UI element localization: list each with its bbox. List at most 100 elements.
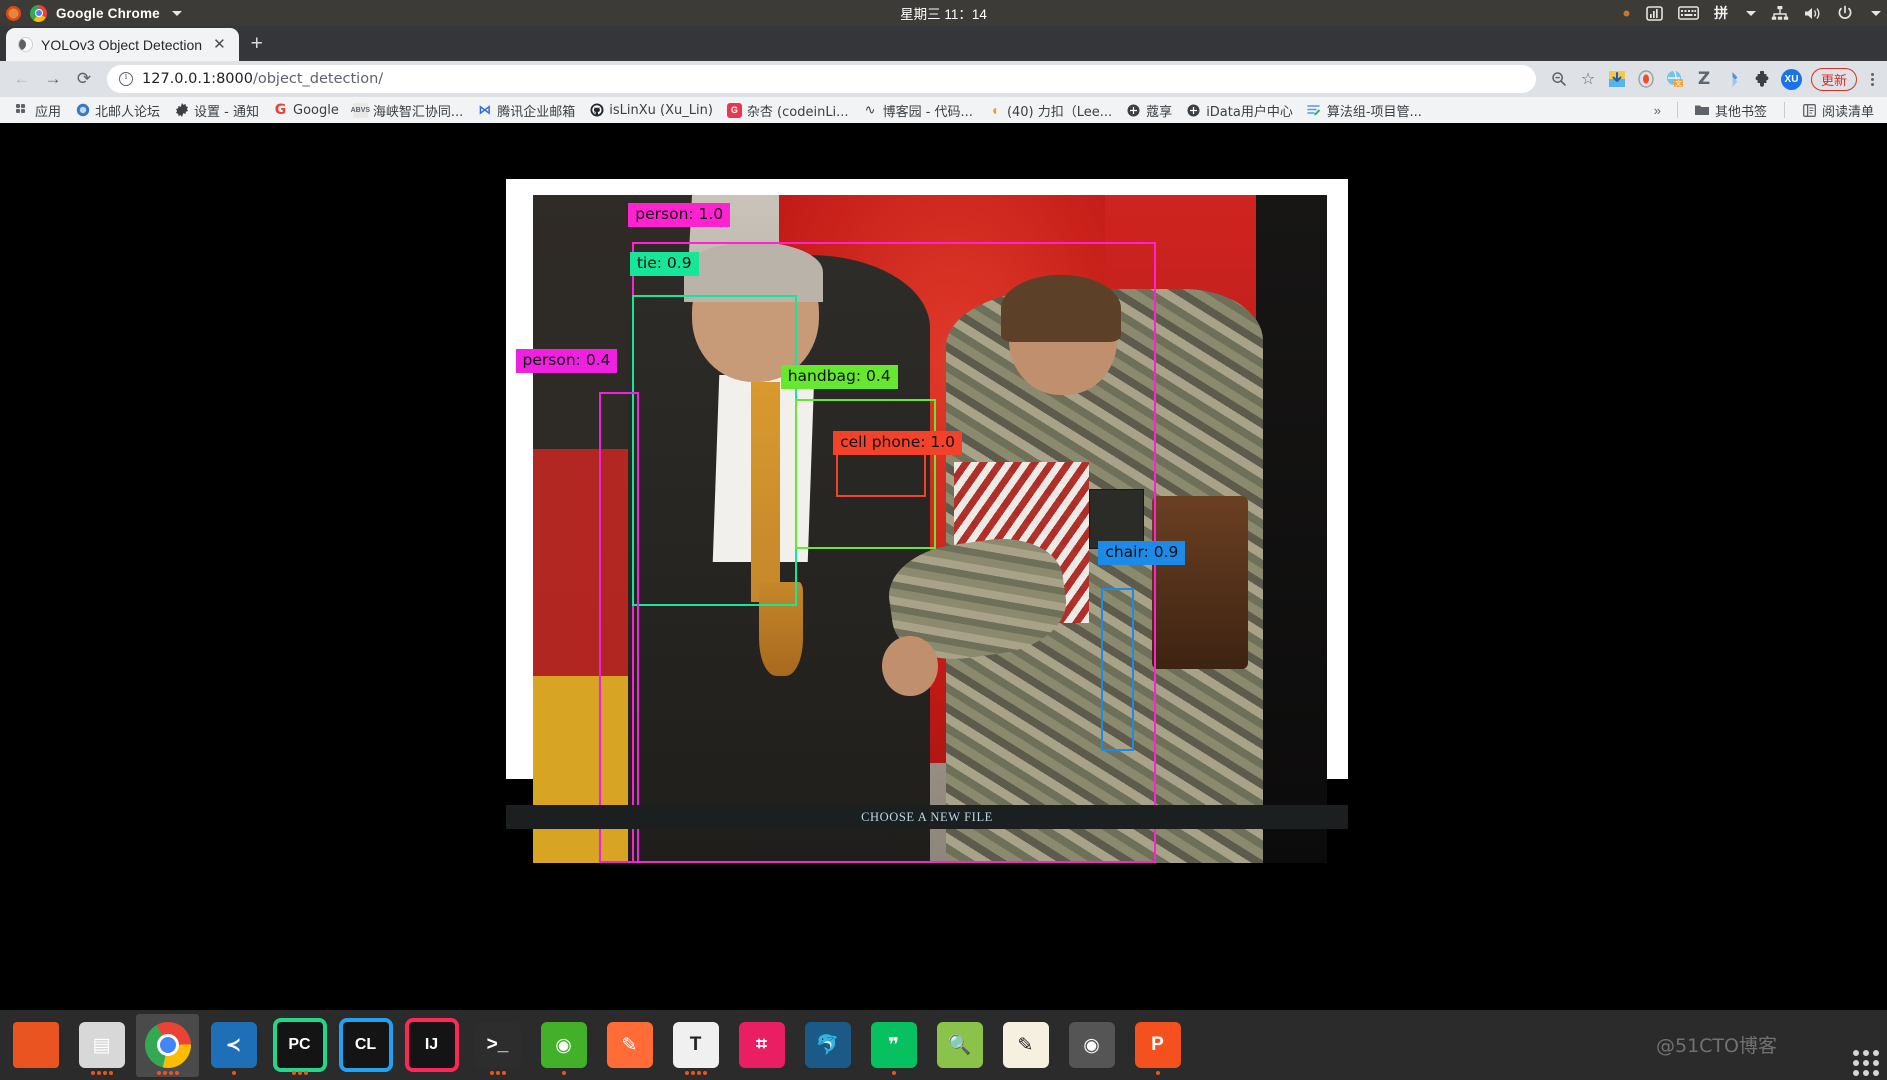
input-method-chevron-down-icon[interactable] xyxy=(1746,10,1756,16)
bookmark-item-apps[interactable]: 应用 xyxy=(8,99,68,122)
address-bar[interactable]: 127.0.0.1:8000/object_detection/ xyxy=(107,65,1536,93)
back-button[interactable]: ← xyxy=(8,65,36,93)
reading-list-icon xyxy=(1802,103,1817,118)
browser-menu-button[interactable] xyxy=(1866,72,1879,86)
app-menu-chevron-down-icon[interactable] xyxy=(171,10,182,16)
bookmarks-bar: 应用 北邮人论坛 设置 - 通知 G Google ABVS 海峡智汇协同... xyxy=(0,97,1887,123)
idata-icon xyxy=(1186,103,1201,118)
google-chrome-icon xyxy=(144,1022,191,1068)
pdf-reader-icon: P xyxy=(1134,1022,1181,1068)
system-clock[interactable]: 星期三 11：14 xyxy=(0,3,1887,23)
bookmark-item-abvs[interactable]: ABVS 海峡智汇协同... xyxy=(346,99,470,122)
detection-label-tie: tie: 0.9 xyxy=(629,252,699,277)
bookmark-item-cnblogs[interactable]: ∿ 博客园 - 代码... xyxy=(856,99,980,122)
bookmark-label: 蔻享 xyxy=(1146,104,1173,120)
translate-extension-icon[interactable]: 文 xyxy=(1665,69,1685,89)
bookmarks-bar-right: » 其他书签 阅读清单 xyxy=(1648,99,1881,122)
wechat-dock-item[interactable]: ❞ xyxy=(862,1014,925,1077)
archive-manager-dock-item[interactable]: ▤ xyxy=(70,1014,133,1077)
running-indicator xyxy=(1126,1070,1189,1075)
other-bookmarks-folder[interactable]: 其他书签 xyxy=(1688,99,1774,122)
pdf-reader-dock-item[interactable]: P xyxy=(1126,1014,1189,1077)
reload-button[interactable]: ⟳ xyxy=(70,65,98,93)
detection-box-chair xyxy=(1100,587,1135,752)
show-applications-button[interactable] xyxy=(1853,1050,1879,1076)
zoom-out-icon[interactable] xyxy=(1549,69,1569,89)
update-button[interactable]: 更新 xyxy=(1810,67,1857,91)
bookmark-label: (40) 力扣（Lee... xyxy=(1006,104,1113,120)
postman-icon: ✎ xyxy=(606,1022,653,1068)
bookmark-label: Google xyxy=(293,102,339,118)
bookmark-item-leetcode[interactable]: ◖ (40) 力扣（Lee... xyxy=(980,99,1119,122)
settings-icon xyxy=(174,103,189,118)
forward-button[interactable]: → xyxy=(39,65,67,93)
bookmark-item-idata[interactable]: iData用户中心 xyxy=(1179,99,1300,122)
mysql-workbench-dock-item[interactable]: 🐬 xyxy=(796,1014,859,1077)
session-menu-chevron-down-icon[interactable] xyxy=(1871,10,1881,16)
detection-box-tie xyxy=(632,295,798,606)
google-chrome-dock-item[interactable] xyxy=(136,1013,199,1077)
pycharm-dock-item[interactable]: PC xyxy=(268,1014,331,1077)
system-monitor-icon[interactable] xyxy=(1646,0,1663,26)
image-viewer-dock-item[interactable]: 🔍 xyxy=(928,1014,991,1077)
notification-dot-icon[interactable] xyxy=(1622,0,1631,26)
running-indicator xyxy=(70,1070,133,1075)
vscode-dock-item[interactable]: ≺ xyxy=(202,1014,265,1077)
running-indicator xyxy=(532,1070,595,1075)
notes-dock-item[interactable]: ✎ xyxy=(994,1014,1057,1077)
bluetooth-extension-icon[interactable] xyxy=(1723,69,1743,89)
bookmarks-overflow-button[interactable]: » xyxy=(1648,103,1667,118)
detection-image[interactable]: person: 1.0 tie: 0.9 person: 0.4 handbag: 0… xyxy=(515,195,1327,863)
new-tab-button[interactable]: + xyxy=(251,33,263,54)
reading-list-button[interactable]: 阅读清单 xyxy=(1795,99,1881,122)
system-bar-left: Google Chrome xyxy=(0,4,182,22)
site-info-icon[interactable] xyxy=(119,71,133,86)
active-app-title[interactable]: Google Chrome xyxy=(56,6,160,21)
opera-extension-icon[interactable] xyxy=(1636,69,1656,89)
flameshot-dock-item[interactable]: ⌗ xyxy=(730,1014,793,1077)
bookmark-item-algorithm-group[interactable]: 算法组-项目管... xyxy=(1300,99,1429,122)
bookmark-item-google[interactable]: G Google xyxy=(266,101,346,120)
bookmark-item-koushare[interactable]: 蔻享 xyxy=(1119,99,1179,122)
anaconda-dock-item[interactable]: ◉ xyxy=(532,1014,595,1077)
github-icon xyxy=(589,103,604,118)
koushare-icon xyxy=(1126,103,1141,118)
detection-overlay: person: 1.0 tie: 0.9 person: 0.4 handbag: 0… xyxy=(515,195,1327,863)
apps-icon xyxy=(15,103,30,118)
ubuntu-activities-icon[interactable] xyxy=(6,5,21,21)
keyboard-icon[interactable] xyxy=(1678,0,1699,26)
zotero-extension-icon[interactable]: Z xyxy=(1694,69,1714,89)
cnblogs-icon: ∿ xyxy=(864,102,876,117)
svg-text:文: 文 xyxy=(1675,79,1682,88)
terminal-dock-item[interactable]: >_ xyxy=(466,1014,529,1077)
ubuntu-files-dock-item[interactable] xyxy=(4,1014,67,1077)
puzzle-extensions-icon[interactable] xyxy=(1752,69,1772,89)
choose-a-new-file-button[interactable]: CHOOSE A NEW FILE xyxy=(506,805,1348,829)
power-icon[interactable] xyxy=(1837,0,1853,26)
typora-dock-item[interactable]: T xyxy=(664,1014,727,1077)
ubuntu-dock: ▤ ≺ PC CL IJ >_ ◉ ✎ T ⌗ 🐬 ❞ 🔍 ✎ ◉ P @51CTO博客 xyxy=(0,1010,1887,1080)
browser-tab[interactable]: YOLOv3 Object Detection ✕ xyxy=(6,28,239,61)
ubuntu-top-bar: Google Chrome 星期三 11：14 拼 xyxy=(0,0,1887,26)
bookmark-item-github[interactable]: isLinXu (Xu_Lin) xyxy=(582,101,720,120)
bookmark-item-settings[interactable]: 设置 - 通知 xyxy=(167,99,266,122)
image-viewer-icon: 🔍 xyxy=(936,1022,983,1068)
tab-title: YOLOv3 Object Detection xyxy=(41,36,203,53)
bookmark-item-juejin[interactable]: G 杂杏 (codeinLi... xyxy=(720,99,856,122)
close-icon[interactable]: ✕ xyxy=(210,35,229,54)
network-icon[interactable] xyxy=(1771,0,1789,26)
archive-manager-icon: ▤ xyxy=(78,1022,125,1068)
intellij-idea-dock-item[interactable]: IJ xyxy=(400,1014,463,1077)
bookmark-item-tencent-mail[interactable]: ⋈ 腾讯企业邮箱 xyxy=(470,99,582,122)
vscode-icon: ≺ xyxy=(210,1022,257,1068)
clion-dock-item[interactable]: CL xyxy=(334,1014,397,1077)
bookmark-label: 博客园 - 代码... xyxy=(882,104,973,120)
input-method-pinyin-icon[interactable]: 拼 xyxy=(1714,0,1728,26)
eye-of-gnome-dock-item[interactable]: ◉ xyxy=(1060,1014,1123,1077)
bookmark-item-byr-forum[interactable]: 北邮人论坛 xyxy=(68,99,167,122)
volume-icon[interactable] xyxy=(1804,0,1822,26)
downloader-extension-icon[interactable] xyxy=(1607,69,1627,89)
profile-avatar[interactable]: XU xyxy=(1780,68,1802,90)
postman-dock-item[interactable]: ✎ xyxy=(598,1014,661,1077)
bookmark-star-icon[interactable]: ☆ xyxy=(1578,69,1598,89)
